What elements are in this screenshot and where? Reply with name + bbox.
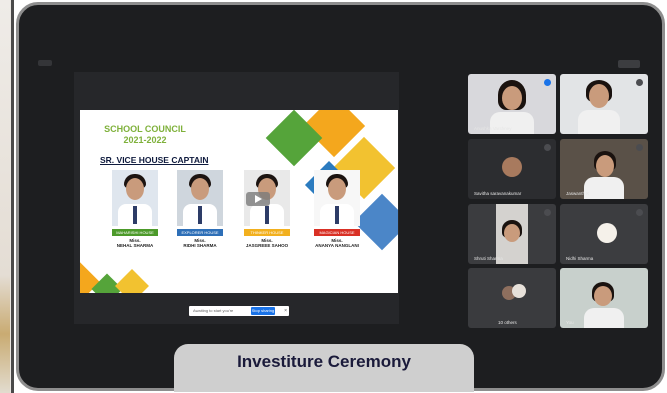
student-card: MAGICIAN HOUSE Miss. ANANYA NANGLANI bbox=[312, 170, 362, 248]
slide-subtitle: SR. VICE HOUSE CAPTAIN bbox=[100, 155, 209, 165]
slide-title-line2: 2021-2022 bbox=[123, 135, 167, 145]
close-icon[interactable]: × bbox=[284, 308, 287, 314]
participant-name: Jaswanth K bbox=[566, 191, 590, 196]
slide-title-line1: SCHOOL COUNCIL bbox=[104, 124, 186, 134]
participant-name: Savitha saravanakumar bbox=[474, 191, 522, 196]
participant-tile[interactable]: Shruti Sharma bbox=[468, 204, 556, 264]
student-card: MAHARISHI HOUSE Miss. NEHAL SHARMA bbox=[110, 170, 160, 248]
left-photo bbox=[0, 0, 10, 393]
participant-name: Nidhi Sharma bbox=[566, 256, 594, 261]
participant-tile[interactable]: Anushka Varshney bbox=[468, 74, 556, 134]
top-right-indicator bbox=[618, 60, 640, 68]
presentation-slide: SCHOOL COUNCIL 2021-2022 SR. VICE HOUSE … bbox=[80, 110, 398, 293]
slide-title: SCHOOL COUNCIL 2021-2022 bbox=[80, 124, 210, 146]
presentation-share-bar: Awaiting to start you're Stop sharing × bbox=[189, 306, 289, 316]
student-card: EXPLORER HOUSE Miss. RIDHI SHARMA bbox=[175, 170, 225, 248]
banner-title: Investiture Ceremony bbox=[237, 352, 411, 371]
house-label: EXPLORER HOUSE bbox=[177, 229, 223, 236]
speaking-icon bbox=[544, 79, 551, 86]
student-name: ANANYA NANGLANI bbox=[315, 243, 359, 248]
mic-off-icon bbox=[636, 209, 643, 216]
student-name: JASGREEE SAHOO bbox=[245, 243, 289, 248]
participant-name: You bbox=[566, 320, 574, 325]
avatar bbox=[597, 223, 617, 243]
ceremony-banner: Investiture Ceremony bbox=[174, 344, 474, 392]
house-label: MAGICIAN HOUSE bbox=[314, 229, 360, 236]
avatar bbox=[512, 284, 526, 298]
participant-tile[interactable]: Jaswanth K bbox=[560, 139, 648, 199]
participant-name: Anushka Varshney bbox=[474, 126, 512, 131]
student-photo bbox=[177, 170, 223, 226]
student-photo bbox=[112, 170, 158, 226]
stop-sharing-button[interactable]: Stop sharing bbox=[251, 307, 275, 315]
participant-name: Shruti Sharma bbox=[474, 256, 503, 261]
share-bar-text: Awaiting to start you're bbox=[193, 308, 234, 313]
mic-off-icon bbox=[544, 209, 551, 216]
participant-tile[interactable]: Nidhi Sharma bbox=[560, 204, 648, 264]
student-name: NEHAL SHARMA bbox=[116, 243, 154, 248]
others-count: 10 others bbox=[498, 320, 517, 325]
house-label: MAHARISHI HOUSE bbox=[112, 229, 158, 236]
participant-tile[interactable]: 10 others bbox=[468, 268, 556, 328]
top-left-indicator bbox=[38, 60, 52, 66]
student-card: THINKER HOUSE Miss. JASGREEE SAHOO bbox=[242, 170, 292, 248]
participant-tile[interactable]: Savitha saravanakumar bbox=[468, 139, 556, 199]
slide-shape bbox=[115, 269, 149, 293]
left-photo-strip bbox=[0, 0, 14, 393]
house-label: THINKER HOUSE bbox=[244, 229, 290, 236]
mic-off-icon bbox=[636, 79, 643, 86]
student-name: RIDHI SHARMA bbox=[183, 243, 217, 248]
mic-off-icon bbox=[544, 144, 551, 151]
video-play-icon[interactable] bbox=[246, 192, 270, 206]
participant-tile[interactable]: You bbox=[560, 268, 648, 328]
student-photo bbox=[314, 170, 360, 226]
mic-off-icon bbox=[636, 144, 643, 151]
participant-tile[interactable] bbox=[560, 74, 648, 134]
